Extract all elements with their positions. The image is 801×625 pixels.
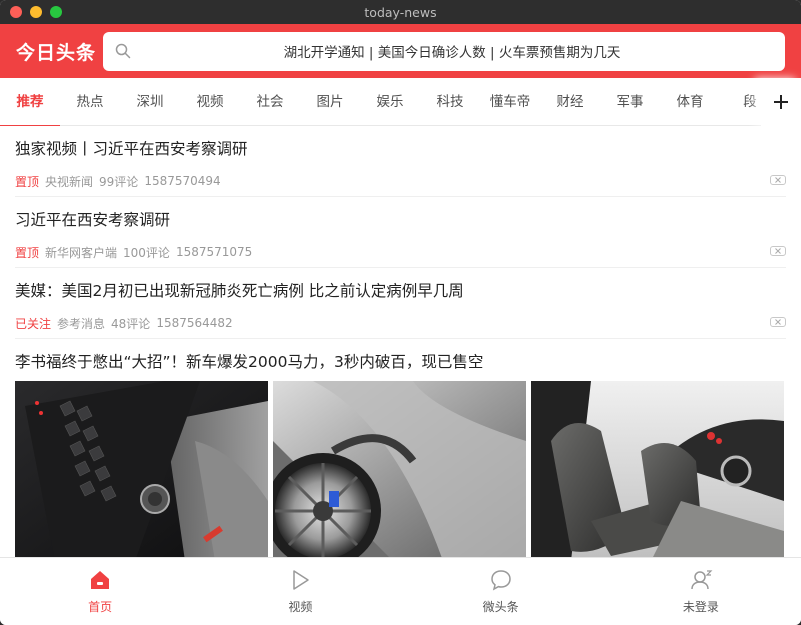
search-suggestions[interactable]: 湖北开学通知 | 美国今日确诊人数 | 火车票预售期为几天 <box>131 41 773 61</box>
close-window-button[interactable] <box>10 6 22 18</box>
article-title[interactable]: 习近平在西安考察调研 <box>15 197 786 237</box>
car-seats-image <box>531 381 784 557</box>
article-meta: 置顶 新华网客户端 100评论 1587571075 <box>15 237 786 267</box>
nav-login-label: 未登录 <box>682 600 719 614</box>
play-icon <box>293 570 310 590</box>
article-meta: 已关注 参考消息 48评论 1587564482 <box>15 308 786 338</box>
article-title[interactable]: 独家视频丨习近平在西安考察调研 <box>15 126 786 166</box>
publish-time: 1587571075 <box>175 245 253 259</box>
nav-micro-headlines-label: 微头条 <box>482 600 519 614</box>
header: 今日头条 湖北开学通知 | 美国今日确诊人数 | 火车票预售期为几天 <box>0 24 801 78</box>
search-box[interactable]: 湖北开学通知 | 美国今日确诊人数 | 火车票预售期为几天 <box>103 31 785 71</box>
plus-icon <box>774 95 788 109</box>
article-title[interactable]: 李书福终于憋出“大招”！新车爆发2000马力，3秒内破百，现已售空 <box>15 339 786 381</box>
car-console-image <box>15 381 268 557</box>
article-source[interactable]: 新华网客户端 <box>45 244 117 261</box>
close-icon <box>775 319 781 325</box>
channel-tabs: 推荐 热点 深圳 视频 社会 图片 娱乐 科技 懂车帝 财经 军事 体育 段 <box>0 78 801 126</box>
publish-time: 1587564482 <box>156 316 233 330</box>
tab-dongchedi[interactable]: 懂车帝 <box>480 78 540 126</box>
tab-finance[interactable]: 财经 <box>540 78 600 126</box>
search-icon <box>115 43 131 59</box>
tab-jokes[interactable]: 段 <box>720 78 766 126</box>
tab-society[interactable]: 社会 <box>240 78 300 126</box>
close-icon <box>775 177 781 183</box>
comment-count: 99评论 <box>99 174 139 189</box>
list-item[interactable]: 习近平在西安考察调研 置顶 新华网客户端 100评论 1587571075 <box>15 197 786 268</box>
article-image[interactable] <box>273 381 526 557</box>
nav-video[interactable]: 视频 <box>200 558 400 625</box>
home-icon <box>91 571 110 589</box>
tab-tech[interactable]: 科技 <box>420 78 480 126</box>
app-window: today-news 今日头条 湖北开学通知 | 美国今日确诊人数 | 火车票预… <box>0 0 801 625</box>
nav-micro-headlines[interactable]: 微头条 <box>401 558 601 625</box>
dislike-button[interactable] <box>770 175 786 185</box>
tab-hot[interactable]: 热点 <box>60 78 120 126</box>
minimize-window-button[interactable] <box>30 6 42 18</box>
tab-sports[interactable]: 体育 <box>660 78 720 126</box>
window-controls <box>10 6 62 18</box>
add-channel-button[interactable] <box>761 78 801 126</box>
title-bar: today-news <box>0 0 801 24</box>
nav-home[interactable]: 首页 <box>0 558 200 625</box>
list-item[interactable]: 独家视频丨习近平在西安考察调研 置顶 央视新闻 99评论 1587570494 <box>15 126 786 197</box>
publish-time: 1587570494 <box>144 174 221 188</box>
tab-pictures[interactable]: 图片 <box>300 78 360 126</box>
article-title[interactable]: 美媒：美国2月初已出现新冠肺炎死亡病例 比之前认定病例早几周 <box>15 268 786 308</box>
window-title: today-news <box>364 4 437 20</box>
comment-count: 48评论 <box>111 316 151 331</box>
bottom-nav: 首页 视频 微头条 未登录 <box>0 557 801 625</box>
maximize-window-button[interactable] <box>50 6 62 18</box>
tab-video[interactable]: 视频 <box>180 78 240 126</box>
article-source[interactable]: 央视新闻 <box>45 173 93 190</box>
nav-login[interactable]: 未登录 <box>601 558 801 625</box>
close-icon <box>775 248 781 254</box>
comment-count: 100评论 <box>123 245 170 260</box>
article-source[interactable]: 参考消息 <box>57 315 105 332</box>
article-meta: 置顶 央视新闻 99评论 1587570494 <box>15 166 786 196</box>
article-image[interactable] <box>531 381 784 557</box>
logo[interactable]: 今日头条 <box>16 38 103 65</box>
list-item[interactable]: 美媒：美国2月初已出现新冠肺炎死亡病例 比之前认定病例早几周 已关注 参考消息 … <box>15 268 786 339</box>
pinned-tag: 置顶 <box>15 174 40 189</box>
tab-recommend[interactable]: 推荐 <box>0 78 60 126</box>
list-item[interactable]: 李书福终于憋出“大招”！新车爆发2000马力，3秒内破百，现已售空 <box>15 339 786 557</box>
dislike-button[interactable] <box>770 246 786 256</box>
nav-video-label: 视频 <box>288 600 313 614</box>
dislike-button[interactable] <box>770 317 786 327</box>
tab-shenzhen[interactable]: 深圳 <box>120 78 180 126</box>
tab-military[interactable]: 军事 <box>600 78 660 126</box>
followed-tag: 已关注 <box>15 316 52 331</box>
pinned-tag: 置顶 <box>15 245 40 260</box>
tab-strip: 推荐 热点 深圳 视频 社会 图片 娱乐 科技 懂车帝 财经 军事 体育 段 <box>0 78 766 126</box>
nav-home-label: 首页 <box>88 600 113 614</box>
article-image[interactable] <box>15 381 268 557</box>
chat-bubble-icon <box>490 570 511 591</box>
tab-entertainment[interactable]: 娱乐 <box>360 78 420 126</box>
news-feed[interactable]: 独家视频丨习近平在西安考察调研 置顶 央视新闻 99评论 1587570494 … <box>0 126 801 557</box>
article-images <box>15 381 786 557</box>
user-icon <box>691 570 713 590</box>
car-wheel-image <box>273 381 526 557</box>
